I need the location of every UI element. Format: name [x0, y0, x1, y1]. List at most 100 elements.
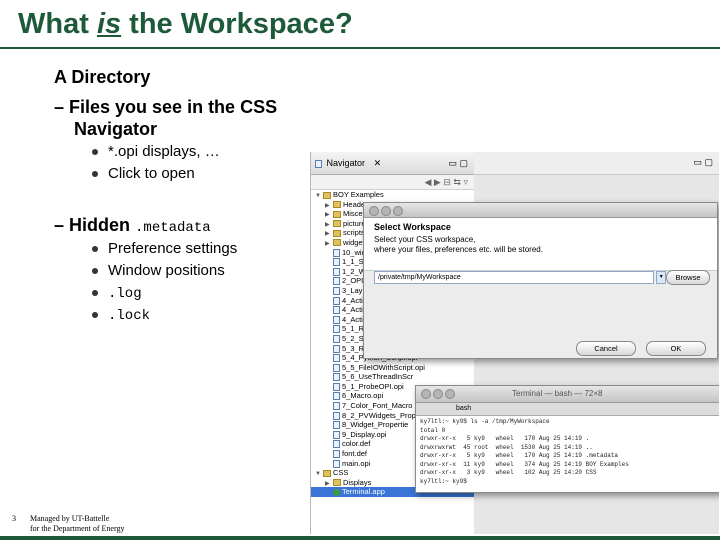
expand-toggle-icon[interactable]: ▼ [315, 470, 323, 478]
folder-icon [333, 479, 341, 487]
slide-footer: 3 Managed by UT-Battelle for the Departm… [12, 514, 124, 534]
navigator-item-label: BOY Examples [333, 190, 384, 199]
ok-button[interactable]: OK [646, 341, 706, 356]
minimize-maximize-icons[interactable]: ▭ ▢ [448, 152, 468, 174]
bullet-dot [92, 268, 98, 275]
slide-title: What is the Workspace? [18, 8, 353, 41]
terminal-minimize-icon[interactable] [433, 389, 443, 399]
file-icon [333, 411, 340, 420]
workspace-combo[interactable]: /private/tmp/MyWorkspace [374, 271, 654, 284]
navigator-item-label: font.def [342, 449, 368, 459]
bullet-dot [92, 246, 98, 253]
navigator-item-label: Displays [343, 477, 372, 487]
navigator-icon [315, 159, 322, 168]
terminal-line: drwxr-xr-x 11 ky9 wheel 374 Aug 25 14:19… [420, 460, 629, 468]
bullet-window-text: Window positions [108, 262, 225, 279]
file-icon [333, 315, 340, 324]
navigator-item-label: 5_1_ProbeOPI.opi [342, 381, 404, 391]
title-part1: What [18, 8, 97, 40]
terminal-line: drwxr-xr-x 5 ky9 wheel 170 Aug 25 14:19 … [420, 452, 619, 459]
navigator-item-label: 6_Macro.opi [342, 391, 384, 401]
navigator-item-label: 9_Display.opi [342, 429, 387, 439]
title-part2: the Workspace? [121, 8, 353, 40]
bullet-dot [92, 290, 98, 297]
close-icon[interactable]: ✕ [374, 158, 382, 168]
terminal-line: drwxrwxrwt 45 root wheel 1530 Aug 25 14:… [420, 443, 593, 451]
expand-toggle-icon[interactable]: ▶ [325, 240, 333, 248]
back-icon[interactable]: ◀ [424, 177, 431, 187]
terminal-tab-bash[interactable]: bash [456, 403, 471, 415]
navigator-item-label: 5_5_FileIOWithScript.opi [342, 362, 425, 372]
bullet-dot [92, 149, 98, 156]
collapse-icon[interactable]: ⊟ [443, 177, 451, 187]
file-icon [333, 354, 340, 363]
folder-icon [333, 220, 341, 228]
navigator-tab[interactable]: Navigator ✕ ▭ ▢ [311, 152, 474, 175]
bullet-opi: *.opi displays, … [92, 141, 220, 163]
dash-hidden-text: – Hidden [54, 215, 136, 235]
terminal-output[interactable]: ky7ltl:~ ky9$ ls -a /tmp/MyWorkspace tota… [416, 416, 719, 488]
bullet-window: Window positions [92, 260, 225, 282]
file-icon [333, 402, 340, 411]
navigator-item-label: 2_OPI [342, 276, 364, 286]
navigator-item-label: 4_Acti [342, 305, 363, 315]
bullet-lock-text: .lock [108, 308, 151, 324]
navigator-item[interactable]: 5_6_UseThreadInScr [311, 372, 474, 382]
combo-dropdown-icon[interactable]: ▾ [656, 271, 667, 284]
expand-toggle-icon[interactable]: ▶ [325, 211, 333, 219]
bullet-lock: .lock [92, 304, 150, 327]
terminal-titlebar: Terminal — bash — 72×8 [416, 386, 719, 403]
link-icon[interactable]: ⇆ [453, 177, 461, 187]
footer-bar [0, 536, 720, 540]
file-icon [333, 421, 340, 430]
editor-min-max-icons[interactable]: ▭ ▢ [693, 157, 713, 168]
dialog-desc-line1: Select your CSS workspace, [374, 235, 476, 244]
terminal-zoom-icon[interactable] [445, 389, 455, 399]
expand-toggle-icon[interactable]: ▶ [325, 202, 333, 210]
forward-icon[interactable]: ▶ [434, 177, 441, 187]
navigator-item-label: Terminal.app [342, 487, 385, 497]
file-icon [333, 373, 340, 382]
bullet-pref-text: Preference settings [108, 240, 238, 257]
window-close-icon[interactable] [369, 206, 379, 216]
bullet-log: .log [92, 282, 142, 305]
navigator-item[interactable]: ▼ BOY Examples [311, 190, 474, 200]
expand-toggle-icon[interactable]: ▶ [325, 480, 333, 488]
file-icon [333, 344, 340, 353]
dialog-title: Select Workspace [374, 222, 451, 232]
menu-icon[interactable]: ▿ [463, 177, 468, 187]
navigator-item[interactable]: 5_5_FileIOWithScript.opi [311, 363, 474, 373]
folder-icon [333, 239, 341, 247]
bullet-dot [92, 312, 98, 319]
folder-icon [323, 469, 331, 477]
folder-icon [333, 201, 341, 209]
file-icon [333, 296, 340, 305]
cancel-button[interactable]: Cancel [576, 341, 636, 356]
bullet-click: Click to open [92, 163, 195, 185]
browse-button[interactable]: Browse [666, 270, 710, 285]
terminal-line: drwxr-xr-x 5 ky9 wheel 170 Aug 25 14:19 … [420, 435, 590, 442]
terminal-line: total 0 [420, 426, 446, 434]
window-minimize-icon[interactable] [381, 206, 391, 216]
terminal-close-icon[interactable] [421, 389, 431, 399]
dash-files-line1: – Files you see in the CSS [54, 97, 278, 117]
window-zoom-icon[interactable] [393, 206, 403, 216]
navigator-item-label: 3_Lay [342, 285, 363, 295]
folder-icon [333, 210, 341, 218]
terminal-title: Terminal — bash — 72×8 [512, 389, 603, 398]
dialog-header: Select Workspace Select your CSS workspa… [364, 218, 717, 271]
expand-toggle-icon[interactable]: ▼ [315, 192, 323, 200]
file-icon [333, 325, 340, 334]
bullet-log-text: .log [108, 286, 142, 302]
expand-toggle-icon[interactable]: ▶ [325, 221, 333, 229]
navigator-item-label: 8_Widget_Propertie [342, 420, 409, 430]
folder-icon [333, 229, 341, 237]
select-workspace-dialog: Select Workspace Select your CSS workspa… [363, 202, 718, 359]
bullet-pref: Preference settings [92, 238, 237, 260]
title-emphasis: is [96, 8, 122, 40]
file-icon [333, 459, 340, 468]
expand-toggle-icon[interactable]: ▶ [325, 230, 333, 238]
footer-line2: for the Department of Energy [30, 524, 125, 533]
workspace-row: /private/tmp/MyWorkspace ▾ [374, 271, 667, 284]
editor-header: ▭ ▢ [474, 152, 719, 175]
